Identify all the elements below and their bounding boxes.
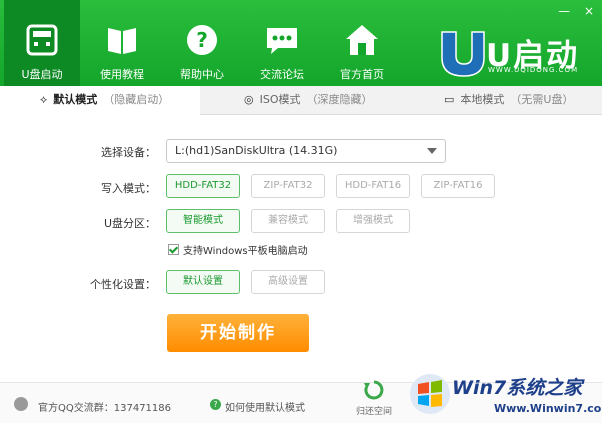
nav-label: 官方首页 [340,68,384,81]
start-make-button[interactable]: 开始制作 [167,314,309,352]
tab-label: 本地模式 [460,93,505,106]
partition-option-enhanced[interactable]: 增强模式 [336,209,410,233]
personalize-label: 个性化设置： [90,278,156,291]
tab-local-mode[interactable]: ▭ 本地模式 （无需U盘） [444,86,573,114]
personal-option-advanced[interactable]: 高级设置 [251,270,325,294]
svg-text:?: ? [196,28,208,52]
tab-hint: （深度隐藏） [306,93,373,106]
tab-default-mode[interactable]: ⟡ 默认模式 （隐藏启动） [0,86,200,115]
watermark-title: Win7系统之家 [452,377,583,399]
restore-space-label[interactable]: 归还空间 [356,404,392,417]
checkbox-label: 支持Windows平板电脑启动 [183,246,308,257]
nav-label: U盘启动 [21,68,63,81]
usb-drive-icon [26,24,58,56]
help-circle-icon: ? [210,399,221,410]
monitor-icon: ▭ [444,93,455,106]
top-bar: — × U盘启动 使用教程 ? 帮助中心 交流论坛 官方首页 U启动 WWW.U… [0,0,602,86]
partition-option-smart[interactable]: 智能模式 [166,209,240,233]
chat-bubble-icon [267,28,297,54]
chevron-down-icon [427,148,437,154]
tab-label: ISO模式 [259,93,301,106]
nav-tutorial[interactable]: 使用教程 [84,0,160,86]
windows-logo-icon [410,374,450,414]
brand-url: WWW.UQIDONG.COM [488,66,579,74]
nav-homepage[interactable]: 官方首页 [324,0,400,86]
watermark-url: Www.Winwin7.com [494,402,602,415]
nav-help-center[interactable]: ? 帮助中心 [164,0,240,86]
nav-label: 交流论坛 [260,68,304,81]
tab-label: 默认模式 [53,93,98,106]
nav-usb-boot[interactable]: U盘启动 [4,0,80,86]
share-icon: ⟡ [40,93,48,106]
tab-hint: （无需U盘） [510,93,574,106]
device-label: 选择设备： [101,146,156,159]
help-icon: ? [187,25,217,55]
nav-label: 帮助中心 [180,68,224,81]
qq-penguin-icon [14,397,28,411]
minimize-button[interactable]: — [558,4,570,18]
nav-forum[interactable]: 交流论坛 [244,0,320,86]
device-select[interactable]: L:(hd1)SanDiskUltra (14.31G) [166,139,446,163]
qq-group-text: 官方QQ交流群：137471186 [38,403,172,414]
personal-option-default[interactable]: 默认设置 [166,270,240,294]
write-option-hdd-fat16[interactable]: HDD-FAT16 [336,174,410,198]
window-controls: — × [548,4,594,18]
partition-option-compatible[interactable]: 兼容模式 [251,209,325,233]
write-option-zip-fat32[interactable]: ZIP-FAT32 [251,174,325,198]
checkbox-checked-icon [168,244,179,255]
restore-arrow-icon[interactable] [362,378,386,402]
write-option-zip-fat16[interactable]: ZIP-FAT16 [421,174,495,198]
home-icon [346,25,378,55]
tab-hint: （隐藏启动） [103,93,170,106]
mode-tabs: ⟡ 默认模式 （隐藏启动） ◎ ISO模式 （深度隐藏） ▭ 本地模式 （无需U盘） [0,86,602,115]
write-mode-label: 写入模式： [101,182,156,195]
write-option-hdd-fat32[interactable]: HDD-FAT32 [166,174,240,198]
tablet-boot-checkbox[interactable]: 支持Windows平板电脑启动 [168,242,308,257]
tab-iso-mode[interactable]: ◎ ISO模式 （深度隐藏） [244,86,373,114]
nav-label: 使用教程 [100,68,144,81]
help-default-mode-link[interactable]: 如何使用默认模式 [225,399,305,414]
book-icon [108,28,136,54]
close-button[interactable]: × [584,4,594,18]
device-value: L:(hd1)SanDiskUltra (14.31G) [175,144,338,157]
disc-icon: ◎ [244,93,254,106]
partition-label: U盘分区： [103,217,156,230]
